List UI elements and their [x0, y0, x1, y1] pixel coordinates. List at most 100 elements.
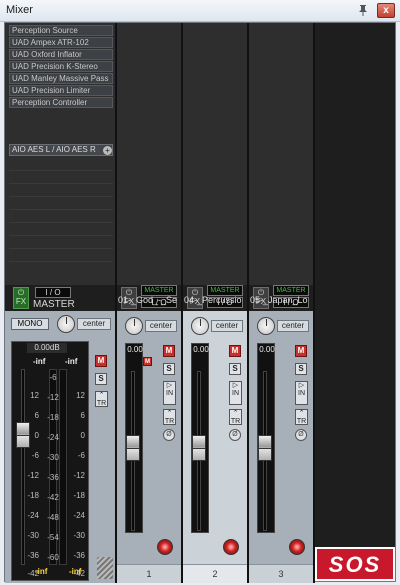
record-arm-button[interactable]: [157, 539, 173, 555]
pan-knob[interactable]: [125, 317, 143, 335]
peak-left: -inf: [33, 357, 46, 366]
mixer-panel: Perception Source UAD Ampex ATR-102 UAD …: [4, 22, 396, 583]
pan-label: center: [277, 320, 309, 332]
fx-slot[interactable]: UAD Manley Massive Pass: [9, 73, 113, 84]
track-3-number: 3: [249, 564, 313, 583]
track-3-strip: center 0.00 M S ▷ IN ⌃ TR Ø: [249, 311, 313, 564]
fx-slot[interactable]: Perception Source: [9, 25, 113, 36]
track-3-trim-button[interactable]: ⌃ TR: [295, 409, 308, 425]
track-2-trim-button[interactable]: ⌃ TR: [229, 409, 242, 425]
scale-label: 0: [80, 431, 85, 440]
divider: [9, 222, 113, 223]
pan-knob[interactable]: [57, 315, 75, 333]
track-1-solo-button[interactable]: S: [163, 363, 175, 375]
track-volume-readout: 0.00: [193, 345, 209, 354]
scale-label: -36: [73, 551, 85, 560]
window-title: Mixer: [6, 4, 33, 16]
track-3-solo-button[interactable]: S: [295, 363, 307, 375]
track-1-input-button[interactable]: ▷ IN: [163, 381, 176, 405]
phase-icon[interactable]: Ø: [163, 429, 175, 441]
play-icon: ▷: [298, 382, 305, 389]
scale-label: -36: [47, 473, 59, 482]
track-1-trim-button[interactable]: ⌃ TR: [163, 409, 176, 425]
divider: [9, 235, 113, 236]
trim-icon: ⌃: [298, 410, 305, 417]
resize-grip-icon[interactable]: [97, 557, 113, 579]
divider: [313, 23, 315, 583]
window-titlebar: Mixer x: [0, 0, 400, 22]
fx-slot[interactable]: UAD Oxford Inflator: [9, 49, 113, 60]
power-icon: ⏻: [17, 288, 25, 297]
scale-label: -42: [47, 493, 59, 502]
play-icon: ▷: [232, 382, 239, 389]
record-arm-button[interactable]: [289, 539, 305, 555]
track-1-fx-area[interactable]: [117, 23, 181, 285]
fx-slot[interactable]: Perception Controller: [9, 97, 113, 108]
scale-label: -24: [73, 511, 85, 520]
track-1-fader[interactable]: [126, 435, 140, 461]
trim-icon: ⌃: [232, 410, 239, 417]
scale-label: -12: [27, 471, 39, 480]
track-1-mute-button[interactable]: M: [163, 345, 175, 357]
track-2-mute-button[interactable]: M: [229, 345, 241, 357]
divider: [9, 196, 113, 197]
trim-icon: ⌃: [98, 392, 105, 399]
scale-label: -18: [47, 413, 59, 422]
add-send-icon[interactable]: +: [103, 146, 112, 155]
track-3-fx-area[interactable]: [249, 23, 313, 285]
scale-label: 6: [80, 411, 85, 420]
mono-button[interactable]: MONO: [11, 318, 49, 330]
track-3-input-button[interactable]: ▷ IN: [295, 381, 308, 405]
divider: [9, 209, 113, 210]
mute-indicator: M: [143, 357, 152, 366]
track-2-number: 2: [183, 564, 247, 583]
track-3-fader[interactable]: [258, 435, 272, 461]
fx-slot[interactable]: UAD Ampex ATR-102: [9, 37, 113, 48]
track-1-strip: center 0.00 M M S ▷ IN ⌃ TR Ø: [117, 311, 181, 564]
scale-label: -12: [73, 471, 85, 480]
scale-label: 0: [34, 431, 39, 440]
scale-label: -30: [27, 531, 39, 540]
fx-slot[interactable]: UAD Precision K-Stereo: [9, 61, 113, 72]
divider: [9, 248, 113, 249]
track-2-solo-button[interactable]: S: [229, 363, 241, 375]
trim-icon: ⌃: [166, 410, 173, 417]
play-icon: ▷: [166, 382, 173, 389]
pan-knob[interactable]: [191, 317, 209, 335]
scale-label: -6: [31, 451, 39, 460]
scale-label: 6: [34, 411, 39, 420]
master-mute-button[interactable]: M: [95, 355, 107, 367]
master-trim-button[interactable]: ⌃ TR: [95, 391, 108, 407]
scale-label: -18: [27, 491, 39, 500]
record-arm-button[interactable]: [223, 539, 239, 555]
scale-label: -12: [47, 393, 59, 402]
divider: [9, 183, 113, 184]
phase-icon[interactable]: Ø: [229, 429, 241, 441]
track-2-fx-area[interactable]: [183, 23, 247, 285]
track-3-name[interactable]: 05-_Japan_Lo: [249, 293, 313, 307]
scale-label: 12: [30, 391, 39, 400]
track-1-number: 1: [117, 564, 181, 583]
track-3-mute-button[interactable]: M: [295, 345, 307, 357]
scale-label: -30: [47, 453, 59, 462]
fx-slot[interactable]: UAD Precision Limiter: [9, 85, 113, 96]
master-io-slot[interactable]: AIO AES L / AIO AES R: [9, 144, 113, 156]
master-io-button[interactable]: I / O: [35, 287, 71, 298]
master-volume-readout: 0.00dB: [27, 343, 67, 353]
pin-icon[interactable]: [356, 3, 370, 17]
scale-label: -36: [27, 551, 39, 560]
scale-label: -24: [47, 433, 59, 442]
master-solo-button[interactable]: S: [95, 373, 107, 385]
master-name: MASTER: [33, 299, 75, 310]
track-2-fader[interactable]: [192, 435, 206, 461]
track-2-input-button[interactable]: ▷ IN: [229, 381, 242, 405]
track-2-name[interactable]: 04-_Percussio: [183, 293, 247, 307]
master-fx-button[interactable]: ⏻ FX: [13, 287, 29, 309]
close-button[interactable]: x: [377, 3, 395, 18]
pan-label: center: [77, 318, 111, 330]
pan-knob[interactable]: [257, 317, 275, 335]
sos-logo: SOS: [315, 547, 395, 581]
track-1-name[interactable]: 01-_God_-_Se: [117, 293, 181, 307]
track-2-strip: center 0.00 M S ▷ IN ⌃ TR Ø: [183, 311, 247, 564]
phase-icon[interactable]: Ø: [295, 429, 307, 441]
